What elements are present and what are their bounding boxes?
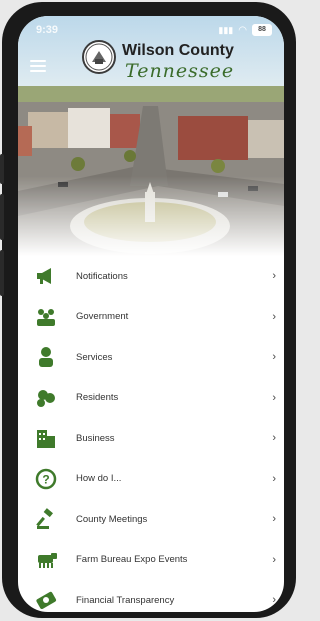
signal-icon: ▮▮▮	[218, 24, 234, 35]
chevron-right-icon: ›	[272, 513, 276, 526]
menu-item-label: How do I...	[76, 473, 122, 485]
menu-hamburger-icon[interactable]	[30, 60, 46, 72]
cow-icon	[34, 548, 58, 572]
chevron-right-icon: ›	[272, 472, 276, 485]
menu-item-label: Notifications	[76, 270, 128, 282]
residents-icon	[34, 386, 58, 410]
menu-item-notifications[interactable]: Notifications ›	[18, 256, 284, 297]
menu-item-residents[interactable]: Residents ›	[18, 378, 284, 419]
chevron-right-icon: ›	[272, 594, 276, 607]
app-title: Wilson County	[122, 42, 234, 59]
app-subtitle: Tennessee	[125, 60, 235, 82]
menu-item-label: Business	[76, 432, 115, 444]
menu-item-label: Services	[76, 351, 113, 363]
phone-frame: 9:39 ▮▮▮ ◠ 88 Wilson County Tennessee No…	[0, 2, 296, 618]
chevron-right-icon: ›	[272, 310, 276, 323]
menu-item-financial-transparency[interactable]: Financial Transparency ›	[18, 580, 284, 612]
hero-banner: 9:39 ▮▮▮ ◠ 88 Wilson County Tennessee	[18, 16, 284, 256]
app-screen: 9:39 ▮▮▮ ◠ 88 Wilson County Tennessee No…	[18, 16, 284, 612]
buildings-icon	[34, 426, 58, 450]
chevron-right-icon: ›	[272, 391, 276, 404]
battery-icon: 88	[252, 24, 272, 36]
chevron-right-icon: ›	[272, 432, 276, 445]
menu-item-label: Residents	[76, 392, 119, 404]
menu-item-label: Financial Transparency	[76, 594, 175, 606]
menu-item-label: Government	[76, 311, 129, 323]
main-menu: Notifications › Government › Services ›	[18, 256, 284, 612]
menu-item-label: County Meetings	[76, 513, 148, 525]
county-seal-logo	[82, 40, 116, 74]
chevron-right-icon: ›	[272, 351, 276, 364]
chevron-right-icon: ›	[272, 553, 276, 566]
gavel-icon	[34, 507, 58, 531]
menu-item-how-do-i[interactable]: ? How do I... ›	[18, 459, 284, 500]
status-bar: 9:39 ▮▮▮ ◠ 88	[18, 24, 284, 38]
menu-item-county-meetings[interactable]: County Meetings ›	[18, 499, 284, 540]
side-button	[0, 154, 4, 184]
money-icon	[34, 588, 58, 612]
megaphone-icon	[34, 264, 58, 288]
menu-item-business[interactable]: Business ›	[18, 418, 284, 459]
menu-item-label: Farm Bureau Expo Events	[76, 554, 188, 566]
question-icon: ?	[34, 467, 58, 491]
volume-button	[0, 250, 4, 296]
menu-item-government[interactable]: Government ›	[18, 297, 284, 338]
svg-text:?: ?	[42, 472, 49, 486]
wifi-icon: ◠	[238, 24, 247, 36]
chevron-right-icon: ›	[272, 270, 276, 283]
people-group-icon	[34, 305, 58, 329]
volume-button	[0, 194, 4, 240]
status-time: 9:39	[36, 24, 59, 36]
menu-item-services[interactable]: Services ›	[18, 337, 284, 378]
service-person-icon	[34, 345, 58, 369]
menu-item-farm-bureau-expo-events[interactable]: Farm Bureau Expo Events ›	[18, 540, 284, 581]
